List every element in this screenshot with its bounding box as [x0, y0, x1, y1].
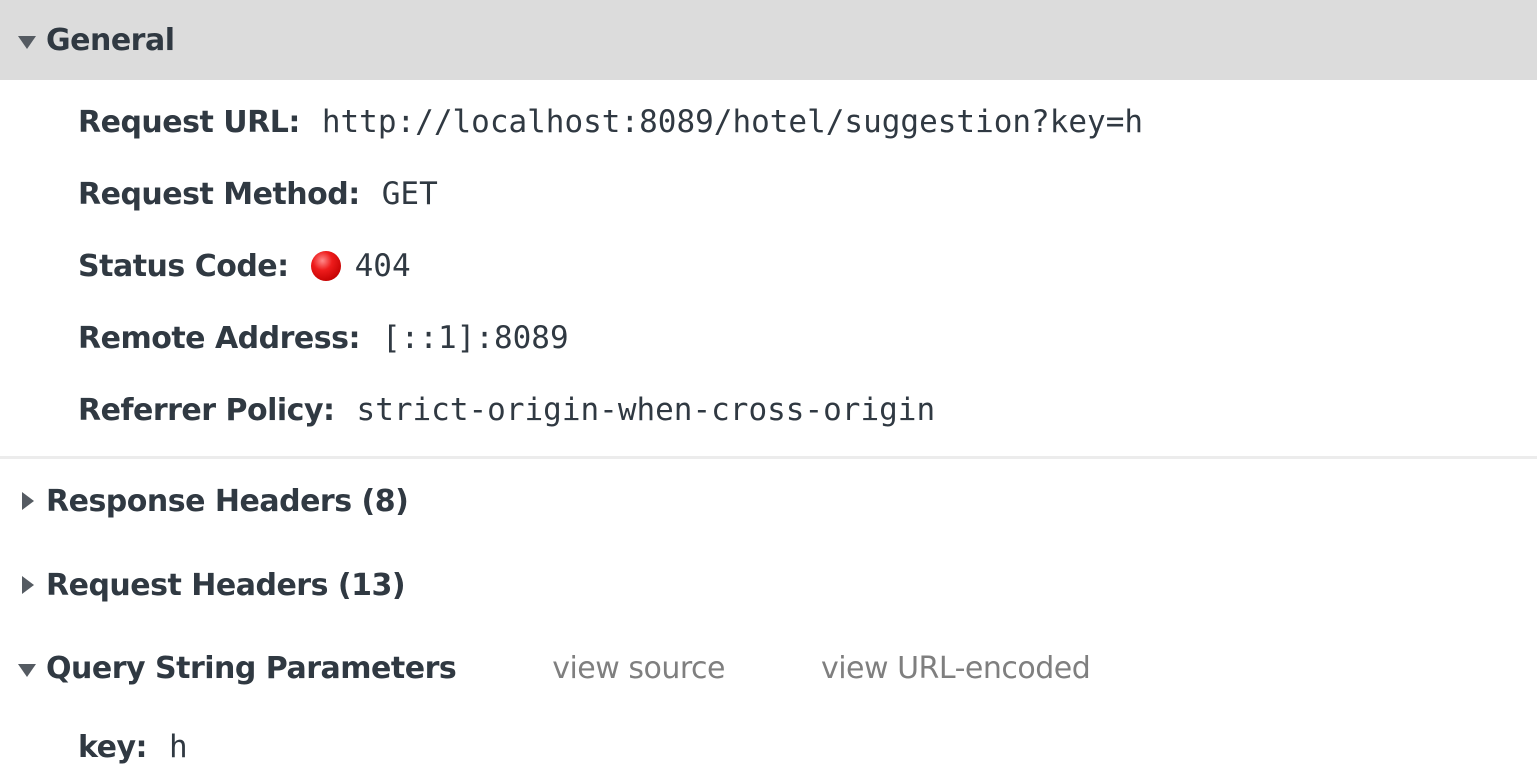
- request-method-value[interactable]: GET: [382, 176, 438, 212]
- status-code-value[interactable]: 404: [355, 248, 411, 284]
- referrer-policy-row: Referrer Policy: strict-origin-when-cros…: [0, 374, 1537, 446]
- response-headers-title: Response Headers (8): [46, 483, 409, 519]
- request-method-label: Request Method:: [78, 176, 360, 212]
- status-code-row: Status Code: 404: [0, 230, 1537, 302]
- request-headers-title: Request Headers (13): [46, 567, 406, 603]
- general-section-body: Request URL: http://localhost:8089/hotel…: [0, 80, 1537, 459]
- query-param-value[interactable]: h: [169, 729, 188, 765]
- request-url-row: Request URL: http://localhost:8089/hotel…: [0, 86, 1537, 158]
- status-error-dot-icon: [310, 251, 341, 281]
- request-headers-section-header[interactable]: Request Headers (13): [0, 543, 1537, 627]
- triangle-down-icon: [18, 35, 36, 49]
- remote-address-value[interactable]: [::1]:8089: [382, 320, 569, 356]
- headers-panel: General Request URL: http://localhost:80…: [0, 0, 1537, 778]
- referrer-policy-value[interactable]: strict-origin-when-cross-origin: [357, 392, 936, 428]
- remote-address-label: Remote Address:: [78, 320, 360, 356]
- query-param-key: key:: [78, 729, 148, 765]
- query-string-title: Query String Parameters: [46, 650, 457, 686]
- general-section-header[interactable]: General: [0, 0, 1537, 80]
- response-headers-section-header[interactable]: Response Headers (8): [0, 459, 1537, 543]
- triangle-right-icon: [22, 576, 34, 594]
- view-url-encoded-link[interactable]: view URL-encoded: [821, 651, 1091, 686]
- general-section-title: General: [46, 22, 175, 58]
- request-url-value[interactable]: http://localhost:8089/hotel/suggestion?k…: [322, 104, 1143, 140]
- status-code-label: Status Code:: [78, 248, 289, 284]
- request-method-row: Request Method: GET: [0, 158, 1537, 230]
- triangle-down-icon: [18, 663, 36, 677]
- view-source-link[interactable]: view source: [552, 651, 725, 686]
- referrer-policy-label: Referrer Policy:: [78, 392, 335, 428]
- triangle-right-icon: [22, 492, 34, 510]
- request-url-label: Request URL:: [78, 104, 300, 140]
- query-string-section-header[interactable]: Query String Parameters view source view…: [0, 627, 1537, 709]
- query-param-row: key: h: [0, 709, 1537, 778]
- remote-address-row: Remote Address: [::1]:8089: [0, 302, 1537, 374]
